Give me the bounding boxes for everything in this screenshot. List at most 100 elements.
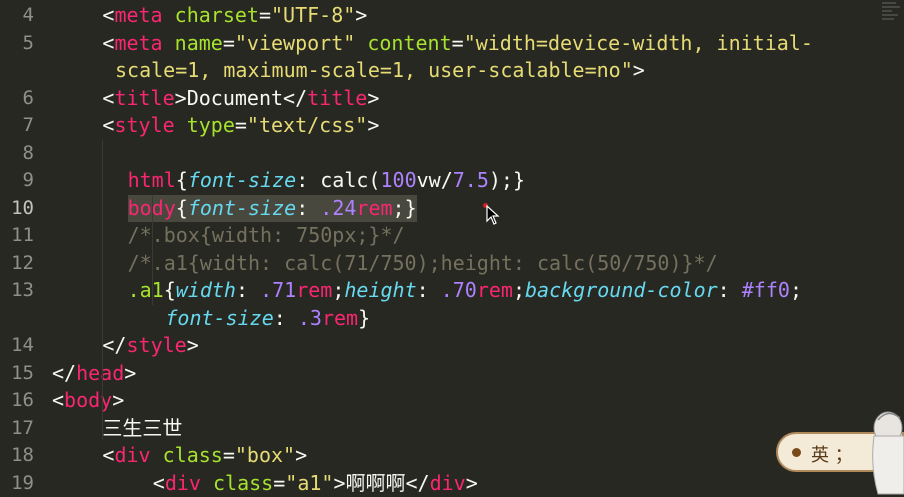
- code-token: div: [429, 470, 466, 495]
- line-number: 8: [22, 141, 34, 164]
- code-token: body: [64, 388, 113, 412]
- code-token: class: [213, 470, 274, 495]
- code-token: >: [112, 388, 125, 412]
- code-line[interactable]: font-size: .3rem}: [165, 305, 370, 332]
- code-token: width: [175, 278, 236, 302]
- code-token: </: [52, 360, 77, 385]
- code-token: "a1": [285, 470, 334, 495]
- code-token: {: [163, 278, 176, 302]
- code-line[interactable]: scale=1, maximum-scale=1, user-scalable=…: [115, 57, 645, 84]
- line-number: 9: [22, 169, 34, 191]
- code-token: >: [186, 333, 199, 357]
- code-token: ;: [332, 278, 345, 302]
- code-token: >: [367, 113, 380, 137]
- code-line[interactable]: <title>Document</title>: [102, 85, 379, 112]
- code-token: meta: [114, 30, 163, 55]
- minimap[interactable]: [880, 0, 904, 40]
- code-token: "width=device-width, initial-: [463, 30, 813, 55]
- indent-guide: [102, 140, 103, 440]
- code-token: =: [273, 470, 286, 495]
- code-token: div: [114, 443, 151, 467]
- code-line[interactable]: .a1{width: .71rem;height: .70rem;backgro…: [128, 277, 802, 304]
- line-number: 18: [11, 444, 34, 466]
- code-token: .70: [440, 278, 477, 302]
- code-editor[interactable]: 4 <meta charset="UTF-8"> 5 <meta name="view…: [0, 0, 880, 496]
- code-token: =: [234, 113, 247, 137]
- code-line[interactable]: <body>: [52, 387, 124, 414]
- code-token: rem: [356, 195, 393, 220]
- code-token: <: [102, 85, 115, 110]
- code-line[interactable]: body{font-size: .24rem;}: [127, 194, 417, 222]
- ime-punct-label[interactable]: ；: [835, 445, 853, 466]
- code-token: }: [358, 305, 371, 330]
- code-token: >: [355, 3, 368, 27]
- code-token: =: [451, 30, 464, 55]
- code-token: meta: [114, 3, 163, 27]
- ime-mode-label[interactable]: 英 ；: [811, 441, 853, 467]
- code-token: font-size: [165, 305, 274, 330]
- code-token: >: [367, 85, 380, 110]
- mouse-pointer-icon: [486, 205, 500, 225]
- code-token: =: [222, 443, 235, 467]
- code-line[interactable]: /*.box{width: 750px;}*/: [128, 222, 405, 249]
- code-token: scale=1, maximum-scale=1, user-scalable=…: [115, 58, 633, 82]
- code-token: title: [114, 85, 175, 110]
- code-line[interactable]: <div class="a1">啊啊啊</div>: [153, 470, 478, 497]
- code-token: :: [296, 195, 321, 220]
- code-line[interactable]: /*.a1{width: calc(71/750);height: calc(5…: [128, 250, 718, 277]
- code-token: =: [258, 3, 271, 27]
- code-line[interactable]: <style type="text/css">: [102, 112, 379, 139]
- code-token: >: [124, 360, 137, 385]
- code-token: <: [102, 113, 115, 137]
- line-number: 15: [11, 361, 34, 384]
- indent-guide: [152, 195, 153, 305]
- code-token: charset: [174, 3, 259, 27]
- ime-mascot-icon: [872, 411, 904, 495]
- code-token: :: [717, 278, 742, 302]
- code-token: .71: [260, 278, 297, 302]
- line-number: 10: [11, 196, 34, 219]
- code-token: html: [127, 168, 176, 192]
- code-token: .a1: [127, 278, 164, 302]
- line-number: 4: [22, 4, 34, 26]
- code-token: rem: [321, 305, 359, 330]
- code-token: <: [102, 443, 115, 467]
- code-token: div: [164, 470, 201, 495]
- code-line[interactable]: <div class="box">: [102, 442, 307, 469]
- code-token: "text/css": [246, 113, 368, 137]
- code-line[interactable]: <meta charset="UTF-8">: [102, 2, 367, 29]
- code-token: background-color: [525, 278, 718, 302]
- code-token: :: [235, 278, 261, 302]
- code-line[interactable]: </style>: [102, 332, 198, 359]
- code-token: </: [102, 333, 127, 357]
- code-token: "box": [234, 443, 296, 467]
- line-number: 11: [11, 224, 34, 246]
- code-token: <: [102, 30, 115, 55]
- code-token: name: [174, 30, 223, 55]
- code-token: /*.a1{width: calc(71/750);height: calc(5…: [127, 250, 718, 275]
- code-token: style: [126, 333, 187, 357]
- code-token: );}: [488, 168, 525, 192]
- line-number: 7: [22, 114, 34, 136]
- code-token: >: [295, 443, 308, 467]
- code-token: <: [102, 3, 115, 27]
- code-token: "viewport": [234, 30, 356, 55]
- code-line[interactable]: html{font-size: calc(100vw/7.5);}: [128, 167, 525, 194]
- code-line[interactable]: </head>: [52, 360, 136, 387]
- code-line[interactable]: 三生三世: [102, 415, 182, 442]
- code-token: content: [367, 30, 452, 55]
- code-token: "UTF-8": [271, 3, 356, 27]
- line-number: 14: [11, 334, 34, 356]
- code-token: font-size: [187, 168, 297, 192]
- code-token: style: [114, 113, 175, 137]
- code-token: >: [632, 58, 645, 82]
- code-line[interactable]: <meta name="viewport" content="width=dev…: [102, 30, 813, 57]
- line-number: 19: [11, 471, 34, 494]
- code-token: type: [186, 113, 235, 137]
